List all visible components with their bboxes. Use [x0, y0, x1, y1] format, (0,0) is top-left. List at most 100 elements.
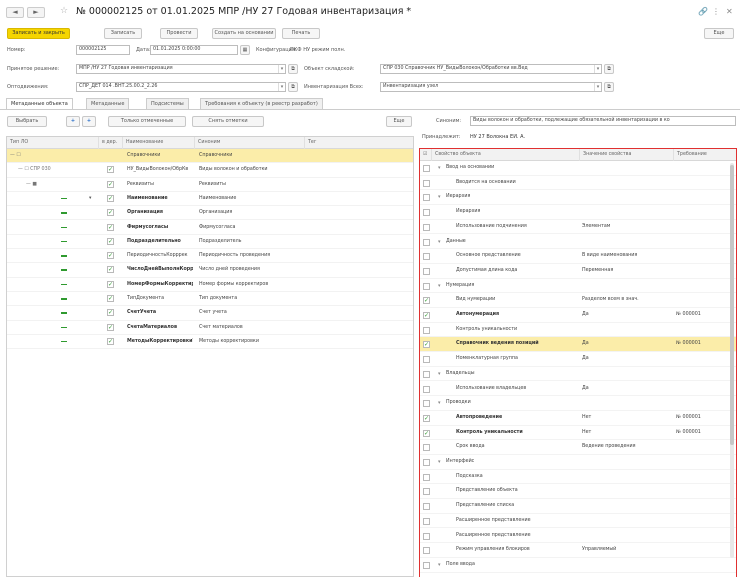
table-row[interactable]: — ☐ СПР 030 ✓ НУ_ВидыВолокон/ОбрКв Виды вол…: [7, 163, 413, 178]
property-value[interactable]: [582, 470, 672, 484]
in-tree-checkbox[interactable]: ✓: [107, 323, 114, 331]
in-tree-checkbox[interactable]: ✓: [107, 194, 114, 202]
property-checkbox[interactable]: ✓: [423, 312, 430, 319]
in-tree-checkbox[interactable]: ✓: [107, 280, 114, 288]
property-row[interactable]: Основное представление В виде наименовани…: [420, 249, 736, 264]
table-row[interactable]: — ☐ Справочники Справочники: [7, 149, 413, 164]
in-tree-checkbox[interactable]: ✓: [107, 237, 114, 245]
property-value[interactable]: [582, 161, 672, 175]
expand-toggle-icon[interactable]: ▾: [438, 396, 441, 410]
create-based-on-button[interactable]: Создать на основании: [212, 28, 276, 39]
menu-dots-icon[interactable]: ⋮: [712, 7, 720, 16]
property-value[interactable]: Да: [582, 308, 672, 322]
col-synonym[interactable]: Синоним: [195, 137, 305, 149]
write-button[interactable]: Записать: [104, 28, 142, 39]
open-object-button[interactable]: ⧉: [604, 64, 614, 74]
property-row[interactable]: ✓ Вид нумерации Разделом всем в знач.: [420, 293, 736, 308]
table-row[interactable]: ✓ Фирмусогласы Фирмусогласа: [7, 221, 413, 235]
property-value[interactable]: [582, 529, 672, 543]
property-row[interactable]: ▾ Владельцы: [420, 367, 736, 382]
property-checkbox[interactable]: [423, 488, 430, 496]
property-value[interactable]: Элементам: [582, 220, 672, 234]
tree-node[interactable]: — ☐ СПР 030: [18, 163, 98, 177]
journal-field[interactable]: Инвентаризация узел ▾: [380, 82, 602, 92]
property-value[interactable]: [582, 235, 672, 249]
property-value[interactable]: [582, 190, 672, 204]
table-row[interactable]: ✓ СчетУчета Счет учета: [7, 306, 413, 321]
property-requirement[interactable]: [676, 558, 732, 572]
property-checkbox[interactable]: [423, 267, 430, 275]
property-requirement[interactable]: [676, 293, 732, 307]
expand-toggle-icon[interactable]: ▾: [438, 161, 441, 175]
tree-node[interactable]: — ■: [26, 178, 106, 192]
property-value[interactable]: Да: [582, 352, 672, 366]
property-checkbox[interactable]: [423, 444, 430, 452]
property-requirement[interactable]: [676, 161, 732, 175]
table-row[interactable]: ✓ ПериодичностьКорррек Периодичность прове…: [7, 249, 413, 264]
property-value[interactable]: [582, 484, 672, 498]
property-checkbox[interactable]: [423, 179, 430, 187]
synonym-field[interactable]: Виды волокон и обработки, подлежащие обя…: [470, 116, 736, 126]
property-value[interactable]: Да: [582, 337, 672, 351]
property-row[interactable]: Подсказка: [420, 470, 736, 485]
property-row[interactable]: ▾ Поле ввода: [420, 558, 736, 573]
property-requirement[interactable]: [676, 440, 732, 454]
property-checkbox[interactable]: [423, 223, 430, 231]
property-value[interactable]: Управляемый: [582, 543, 672, 557]
table-row[interactable]: ▾ ✓ Наименование Наименование: [7, 192, 413, 207]
property-checkbox[interactable]: ✓: [423, 297, 430, 305]
property-requirement[interactable]: [676, 396, 732, 410]
property-checkbox[interactable]: [423, 561, 430, 569]
property-requirement[interactable]: [676, 543, 732, 557]
dropdown-arrow-icon[interactable]: ▾: [594, 83, 601, 91]
property-checkbox[interactable]: ✓: [423, 341, 430, 349]
property-checkbox[interactable]: [423, 238, 430, 246]
property-checkbox[interactable]: [423, 517, 430, 525]
in-tree-checkbox[interactable]: ✓: [107, 266, 114, 274]
property-checkbox[interactable]: [423, 370, 430, 378]
post-and-close-button[interactable]: Записать и закрыть: [7, 28, 70, 39]
property-row[interactable]: ✓ Автонумерация Да № 000001: [420, 308, 736, 323]
property-value[interactable]: Разделом всем в знач.: [582, 293, 672, 307]
expand-toggle-icon[interactable]: ▾: [438, 190, 441, 204]
property-requirement[interactable]: [676, 455, 732, 469]
property-checkbox[interactable]: ✓: [423, 414, 430, 422]
property-value[interactable]: [582, 323, 672, 337]
property-row[interactable]: Вводится на основании: [420, 176, 736, 191]
calendar-icon[interactable]: ▦: [240, 45, 250, 55]
property-requirement[interactable]: [676, 264, 732, 278]
expand-toggle-icon[interactable]: ▾: [438, 279, 441, 293]
property-requirement[interactable]: № 000001: [676, 426, 732, 440]
col-type[interactable]: Тип ЛО: [7, 137, 99, 149]
col-requirement[interactable]: Требование: [674, 149, 736, 161]
col-name[interactable]: Наименование: [123, 137, 195, 149]
col-in-tree[interactable]: в дер.: [99, 137, 123, 149]
clear-marks-button[interactable]: Снять отметки: [192, 116, 264, 127]
property-value[interactable]: [582, 455, 672, 469]
table-row[interactable]: ✓ Организация Организация: [7, 206, 413, 221]
in-tree-checkbox[interactable]: ✓: [107, 337, 114, 345]
property-checkbox[interactable]: [423, 532, 430, 540]
property-checkbox[interactable]: [423, 194, 430, 202]
property-checkbox[interactable]: [423, 473, 430, 481]
in-tree-checkbox[interactable]: ✓: [107, 223, 114, 231]
only-selected-button[interactable]: Только отмеченные: [108, 116, 186, 127]
forward-button[interactable]: ►: [27, 7, 45, 18]
property-requirement[interactable]: [676, 352, 732, 366]
post-button[interactable]: Провести: [160, 28, 198, 39]
org-field[interactable]: СПР_ДЕТ 014 .ВНТ.25.00.2_2.26 ▾: [76, 82, 286, 92]
property-checkbox[interactable]: ✓: [423, 429, 430, 437]
property-checkbox[interactable]: [423, 400, 430, 408]
add-row-button[interactable]: +: [66, 116, 80, 127]
table-row[interactable]: ✓ Подразделительно Подразделитель: [7, 235, 413, 250]
basis-field[interactable]: МПР /НУ 27 Годовая инвентаризация ▾: [76, 64, 286, 74]
property-requirement[interactable]: [676, 235, 732, 249]
property-value[interactable]: Нет: [582, 426, 672, 440]
property-row[interactable]: Представление объекта: [420, 484, 736, 500]
col-value[interactable]: Значение свойства: [580, 149, 674, 161]
print-button[interactable]: Печать: [282, 28, 320, 39]
property-row[interactable]: Расширенное представление: [420, 529, 736, 544]
property-checkbox[interactable]: [423, 326, 430, 334]
property-row[interactable]: Использование владельцев Да: [420, 382, 736, 397]
property-value[interactable]: Ведение проведения: [582, 440, 672, 454]
